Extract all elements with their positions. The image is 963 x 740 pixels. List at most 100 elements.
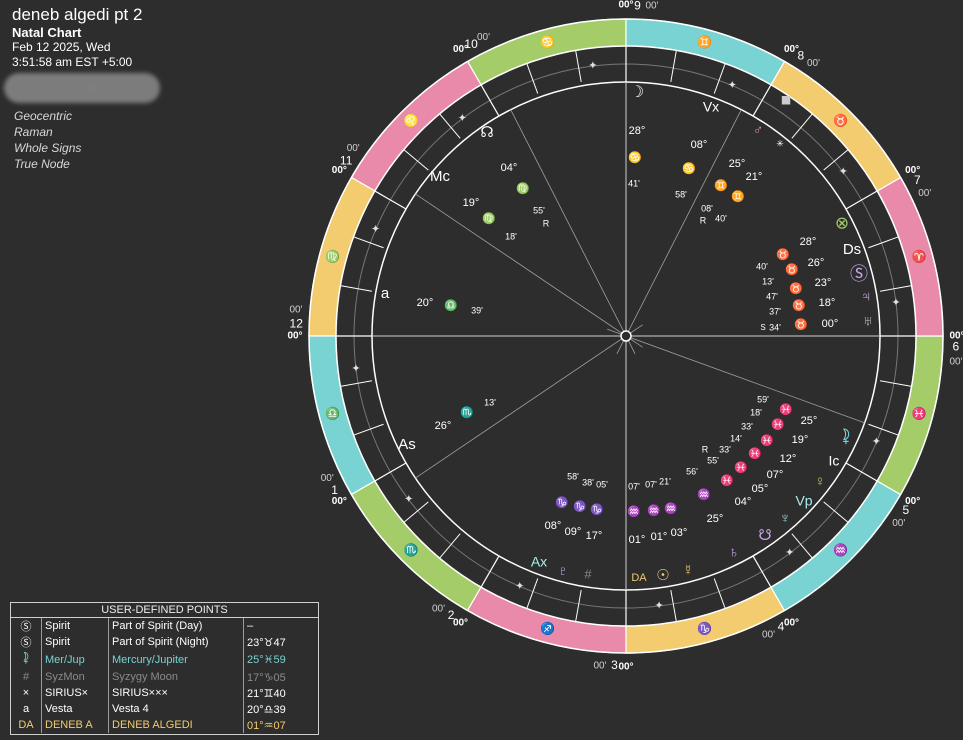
- pis-sign-6: ♓: [720, 474, 734, 487]
- cusp-degree: 00°: [784, 617, 799, 628]
- tau-sign-4: ♉: [792, 299, 806, 312]
- sign-glyph: ♎: [325, 407, 340, 421]
- decan-symbol: ✦: [891, 297, 900, 309]
- udp-position: 23°♉47: [247, 636, 286, 649]
- sign-glyph: ♓: [912, 407, 927, 421]
- merjup-glyph: ⯝: [842, 428, 851, 446]
- cusp-minute: 00': [892, 518, 905, 529]
- pis-sign-5: ♓: [734, 461, 748, 474]
- vesta-glyph: a: [381, 285, 390, 302]
- udp-name: DENEB A: [41, 717, 109, 733]
- vesta-min: 39': [471, 305, 483, 315]
- decan-symbol: ✦: [785, 547, 794, 559]
- mc-deg: 19°: [463, 197, 480, 209]
- aqu-deg-3: 01°: [651, 531, 668, 543]
- cusp-degree: 00°: [453, 617, 468, 628]
- vertex-label: Vx: [703, 99, 719, 115]
- house-number-9: 9: [634, 0, 641, 12]
- tau-sign-5: ♉: [794, 318, 808, 331]
- udp-row: Ⓢ Spirit Part of Spirit (Night) 23°♉47: [11, 634, 318, 650]
- udp-position: 20°♎39: [247, 703, 286, 716]
- tau-min-5: 34': [769, 322, 781, 332]
- udp-row: × SIRIUS× SIRIUS××× 21°♊40: [11, 685, 318, 701]
- cusp-degree: 00°: [618, 662, 633, 673]
- cusp-degree: 00°: [905, 496, 920, 507]
- antivertex-label: Ax: [531, 554, 547, 570]
- decan-symbol: ✦: [655, 600, 664, 612]
- pis-min-1: 59': [757, 394, 769, 404]
- node-rx: R: [543, 218, 550, 228]
- mc-min: 18': [505, 231, 517, 241]
- udp-fullname: Part of Spirit (Night): [108, 634, 244, 650]
- sign-glyph: ♉: [833, 114, 848, 128]
- aqu-min-3: 07': [645, 479, 657, 489]
- cusp-minute: 00': [289, 305, 302, 316]
- sign-glyph: ♌: [404, 114, 419, 128]
- mars-deg: 25°: [729, 158, 746, 170]
- udp-glyph: ×: [11, 685, 42, 701]
- vp-label: Vp: [795, 493, 812, 509]
- aqu-deg-1: 25°: [707, 513, 724, 525]
- cusp-degree: 00°: [332, 496, 347, 507]
- cap-deg-3: 08°: [545, 520, 562, 532]
- pis-deg-1: 25°: [801, 415, 818, 427]
- neptune-glyph: ♆: [779, 510, 790, 527]
- sign-glyph: ♐: [540, 621, 555, 635]
- cusp-degree: 00°: [332, 165, 347, 176]
- moon-glyph: ☽: [630, 84, 644, 101]
- cusp-minute: 00': [477, 32, 490, 43]
- house-number-12: 12: [290, 317, 304, 331]
- aqu-sign-3: ♒: [647, 504, 661, 517]
- jupiter-glyph: ♃: [860, 288, 871, 305]
- udp-row: # SyzMon Syzygy Moon 17°♑05: [11, 669, 318, 685]
- cap-deg-2: 09°: [565, 526, 582, 538]
- udp-position: –: [247, 620, 254, 632]
- tau-deg-4: 18°: [819, 297, 836, 309]
- pis-min-6: 55': [707, 455, 719, 465]
- star-glyph: ⯀: [781, 94, 791, 108]
- syzygy-glyph: #: [584, 566, 592, 581]
- cusp-minute: 00': [762, 629, 775, 640]
- udp-position: 21°♊40: [247, 687, 286, 700]
- udp-fullname: Syzygy Moon: [108, 669, 244, 685]
- venus-glyph: ♀: [814, 473, 825, 490]
- udp-row: a Vesta Vesta 4 20°♎39: [11, 701, 318, 717]
- udp-fullname: Mercury/Jupiter: [108, 650, 244, 669]
- rx-mark: R: [700, 215, 707, 225]
- mars-sign: ♊: [714, 179, 728, 192]
- deneb-label: DA: [631, 572, 647, 584]
- cap-sign-1: ♑: [590, 503, 604, 516]
- pis-sign-1: ♓: [779, 403, 793, 416]
- moon-sign: ♋: [628, 151, 642, 164]
- decan-symbol: ✦: [371, 224, 380, 236]
- uranus-glyph: ♅: [863, 313, 874, 329]
- udp-glyph: #: [11, 669, 42, 685]
- house-number-6: 6: [952, 340, 959, 354]
- tau-sign-1: ♉: [776, 248, 790, 261]
- house-number-1: 1: [331, 483, 338, 497]
- tau-deg-2: 26°: [808, 257, 825, 269]
- vx-min: 58': [675, 189, 687, 199]
- decan-symbol: ✦: [728, 80, 737, 92]
- aqu-deg-4: 01°: [629, 534, 646, 546]
- udp-position: 17°♑05: [247, 671, 286, 684]
- dsc-label: Ds: [843, 241, 861, 258]
- sign-glyph: ♒: [833, 543, 848, 557]
- pis-deg-2: 19°: [792, 434, 809, 446]
- tau-min-4: 37': [769, 306, 781, 316]
- asc-sign: ♏: [460, 406, 474, 419]
- cap-min-2: 38': [582, 477, 594, 487]
- udp-row: ⯝ Mer/Jup Mercury/Jupiter 25°♓59: [11, 650, 318, 669]
- tau-min-1: 40': [756, 261, 768, 271]
- udp-fullname: Vesta 4: [108, 701, 244, 717]
- pluto-glyph: ♇: [558, 563, 569, 579]
- tau-s-mark: S: [760, 323, 765, 332]
- moon-min: 41': [628, 178, 640, 188]
- saturn-glyph: ♄: [728, 544, 739, 561]
- pis-deg-6: 04°: [735, 496, 752, 508]
- aqu-sign-4: ♒: [627, 505, 641, 518]
- cusp-minute: 00': [321, 473, 334, 484]
- cusp-degree: 00°: [949, 331, 963, 342]
- asc-min: 13': [484, 397, 496, 407]
- cap-sign-3: ♑: [555, 496, 569, 509]
